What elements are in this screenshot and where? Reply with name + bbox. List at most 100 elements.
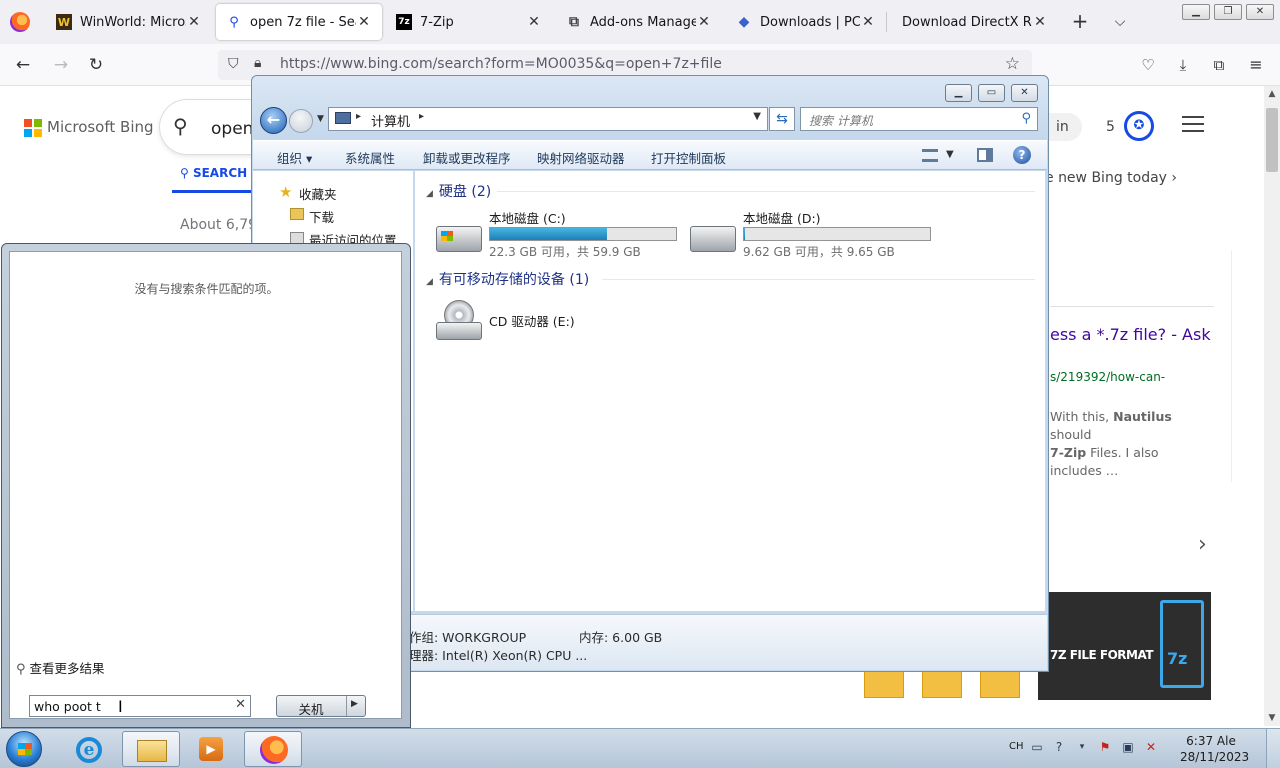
see-more-results-link[interactable]: ⚲ 查看更多结果 <box>16 658 105 677</box>
help-tray-icon[interactable]: ? <box>1052 740 1066 754</box>
help-icon[interactable]: ? <box>1013 146 1031 164</box>
answer-url[interactable]: s/219392/how-can- <box>1050 370 1165 384</box>
url-text[interactable]: https://www.bing.com/search?form=MO0035&… <box>280 56 722 72</box>
forward-arrow-icon[interactable]: → <box>48 53 74 77</box>
list-all-tabs-icon[interactable]: ⌵ <box>1110 10 1130 34</box>
explorer-maximize-button[interactable]: ▭ <box>978 84 1005 102</box>
close-window-button[interactable]: ✕ <box>1246 4 1274 20</box>
hard-drive-c-icon[interactable] <box>436 226 482 252</box>
shutdown-button[interactable]: 关机 ▶ <box>276 695 366 717</box>
taskbar-firefox[interactable] <box>244 731 302 767</box>
taskbar-media-player[interactable]: ▶ <box>182 731 240 767</box>
close-tab-icon[interactable]: ✕ <box>186 14 202 30</box>
language-indicator[interactable]: CH <box>1009 741 1024 752</box>
close-tab-icon[interactable]: ✕ <box>356 14 372 30</box>
scrollbar-thumb[interactable] <box>1266 108 1278 172</box>
volume-muted-icon[interactable]: ✕ <box>1144 740 1158 754</box>
group-hard-disks[interactable]: ◢ 硬盘 (2) <box>426 181 491 201</box>
close-tab-icon[interactable]: ✕ <box>696 14 712 30</box>
clear-search-icon[interactable]: ✕ <box>235 697 246 712</box>
nav-favorites[interactable]: 收藏夹 <box>299 184 337 203</box>
drive-c-label[interactable]: 本地磁盘 (C:) <box>489 208 566 227</box>
breadcrumb-arrow-icon[interactable]: ▸ <box>356 111 361 122</box>
bing-menu-icon[interactable] <box>1182 116 1204 132</box>
nav-downloads[interactable]: 下载 <box>309 207 334 226</box>
rewards-points[interactable]: 5 <box>1106 119 1115 135</box>
shutdown-options-arrow-icon[interactable]: ▶ <box>351 699 358 709</box>
tab-winworld[interactable]: W WinWorld: Microso ✕ <box>46 4 212 40</box>
cd-drive-icon[interactable] <box>436 300 482 340</box>
cd-drive-label[interactable]: CD 驱动器 (E:) <box>489 311 575 330</box>
drive-d-label[interactable]: 本地磁盘 (D:) <box>743 208 821 227</box>
map-network-drive-button[interactable]: 映射网络驱动器 <box>537 148 625 167</box>
scroll-down-arrow-icon[interactable]: ▼ <box>1264 710 1280 726</box>
explorer-search-box[interactable]: 搜索 计算机 ⚲ <box>800 107 1038 131</box>
start-search-box[interactable]: ✕ <box>29 695 251 717</box>
taskbar-windows-explorer[interactable] <box>122 731 180 767</box>
restore-window-button[interactable]: ❐ <box>1214 4 1242 20</box>
tab-addons-manager[interactable]: ⧉ Add-ons Manager ✕ <box>556 4 722 40</box>
preview-pane-icon[interactable] <box>977 148 993 162</box>
firefox-icon[interactable] <box>10 12 30 32</box>
tab-bing-search[interactable]: ⚲ open 7z file - Searc ✕ <box>216 4 382 40</box>
explorer-forward-button[interactable] <box>289 109 313 133</box>
carousel-next-chevron-icon[interactable]: › <box>1198 532 1207 557</box>
tab-pcsx2-downloads[interactable]: ◆ Downloads | PCSX2 ✕ <box>726 4 886 40</box>
tab-7zip[interactable]: 7z 7-Zip ✕ <box>386 4 552 40</box>
boxes-thumbnail[interactable] <box>864 668 1044 702</box>
system-properties-button[interactable]: 系统属性 <box>345 148 395 167</box>
scroll-up-arrow-icon[interactable]: ▲ <box>1264 86 1280 102</box>
breadcrumb-arrow-icon[interactable]: ▸ <box>419 111 424 122</box>
open-control-panel-button[interactable]: 打开控制面板 <box>651 148 726 167</box>
pocket-icon[interactable]: ♡ <box>1135 53 1161 77</box>
tab-search[interactable]: ⚲ SEARCH <box>180 166 247 180</box>
back-arrow-icon[interactable]: ← <box>10 53 36 77</box>
system-clock[interactable]: 6:37 Ale 28/11/2023 <box>1180 733 1249 765</box>
microsoft-logo-icon[interactable] <box>24 119 42 137</box>
hard-drive-d-icon[interactable] <box>690 226 736 252</box>
tray-options-icon[interactable]: ▾ <box>1075 740 1089 754</box>
computer-icon <box>335 112 351 124</box>
view-dropdown-icon[interactable]: ▼ <box>946 149 954 160</box>
tab-directx-download[interactable]: Download DirectX Red ✕ <box>892 4 1058 40</box>
bookmark-star-icon[interactable]: ☆ <box>1005 54 1020 74</box>
breadcrumb-computer[interactable]: 计算机 <box>371 111 410 130</box>
reload-icon[interactable]: ↻ <box>83 53 109 77</box>
refresh-icon[interactable]: ⇆ <box>769 107 795 131</box>
page-scrollbar[interactable]: ▲ ▼ <box>1264 86 1280 726</box>
organize-button[interactable]: 组织 ▾ <box>277 148 312 167</box>
address-bar[interactable]: ▸ 计算机 ▸ ▼ <box>328 107 768 131</box>
close-tab-icon[interactable]: ✕ <box>1032 14 1048 30</box>
7z-format-thumbnail[interactable]: 7Z FILE FORMAT 7z <box>1038 592 1211 700</box>
answer-title-link[interactable]: ess a *.7z file? - Ask <box>1050 325 1211 344</box>
address-dropdown-icon[interactable]: ▼ <box>753 111 761 122</box>
bing-brand[interactable]: Microsoft Bing <box>47 118 154 136</box>
explorer-back-button[interactable]: ← <box>260 107 287 134</box>
taskbar-internet-explorer[interactable]: e <box>60 731 118 767</box>
keyboard-icon[interactable]: ▭ <box>1030 740 1044 754</box>
menu-hamburger-icon[interactable]: ≡ <box>1243 53 1269 77</box>
new-tab-button[interactable]: + <box>1068 10 1092 34</box>
lock-icon[interactable]: 🔒︎ <box>254 55 261 71</box>
explorer-close-button[interactable]: ✕ <box>1011 84 1038 102</box>
new-bing-promo-link[interactable]: e new Bing today › <box>1045 170 1177 186</box>
start-search-input[interactable] <box>34 697 224 715</box>
minimize-window-button[interactable]: ▁ <box>1182 4 1210 20</box>
start-orb-icon[interactable] <box>6 731 42 767</box>
network-icon[interactable]: ▣ <box>1121 740 1135 754</box>
group-removable-devices[interactable]: ◢ 有可移动存储的设备 (1) <box>426 269 589 289</box>
rewards-medal-icon[interactable]: ✪ <box>1124 111 1154 141</box>
close-tab-icon[interactable]: ✕ <box>860 14 876 30</box>
tracking-shield-icon[interactable]: ⛉ <box>228 56 239 72</box>
view-options-icon[interactable] <box>922 149 938 162</box>
extensions-icon[interactable]: ⧉ <box>1206 53 1232 77</box>
close-tab-icon[interactable]: ✕ <box>526 14 542 30</box>
show-desktop-button[interactable] <box>1266 729 1280 768</box>
search-icon[interactable]: ⚲ <box>173 114 188 138</box>
bing-search-input[interactable]: open <box>211 119 253 139</box>
uninstall-program-button[interactable]: 卸载或更改程序 <box>423 148 511 167</box>
explorer-minimize-button[interactable]: ▁ <box>945 84 972 102</box>
downloads-icon[interactable]: ⤓ <box>1170 53 1196 77</box>
action-center-flag-icon[interactable]: ⚑ <box>1098 740 1112 754</box>
recent-pages-dropdown-icon[interactable]: ▼ <box>317 114 324 124</box>
